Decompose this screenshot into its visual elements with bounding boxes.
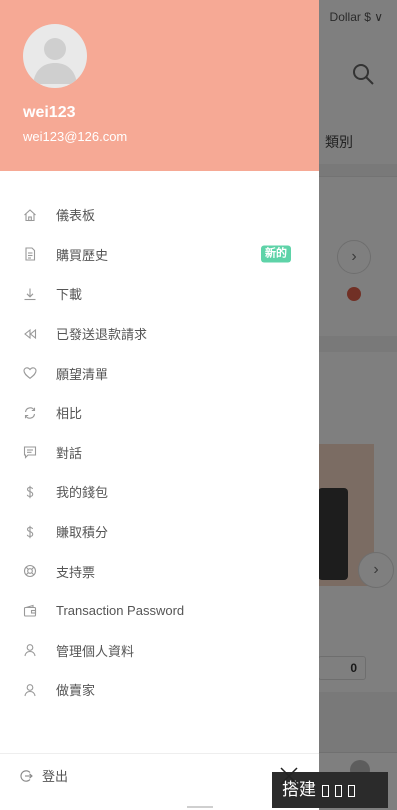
heart-icon <box>23 366 37 380</box>
logout-icon <box>19 769 33 783</box>
dollar-icon <box>23 525 37 539</box>
menu-item-wishlist[interactable]: 願望清單 <box>0 353 319 393</box>
user-email: wei123@126.com <box>23 129 128 144</box>
menu-item-purchase-history[interactable]: 購買歷史 新的 <box>0 235 319 275</box>
user-icon <box>23 643 37 657</box>
glyph-box <box>348 784 355 797</box>
menu-label: Transaction Password <box>56 603 185 619</box>
logout-button[interactable]: 登出 <box>19 766 68 785</box>
logout-label: 登出 <box>42 769 69 784</box>
menu-item-manage-profile[interactable]: 管理個人資料 <box>0 631 319 671</box>
new-badge: 新的 <box>261 245 291 263</box>
menu-label: 賺取積分 <box>56 525 109 541</box>
menu-label: 管理個人資料 <box>56 643 135 659</box>
menu-item-compare[interactable]: 相比 <box>0 393 319 433</box>
close-icon <box>280 767 298 785</box>
menu-label: 做賣家 <box>56 683 96 699</box>
refresh-icon <box>23 406 37 420</box>
menu-item-transaction-password[interactable]: Transaction Password <box>0 591 319 631</box>
menu-label: 已發送退款請求 <box>56 327 148 343</box>
wallet-icon <box>23 604 37 618</box>
menu-item-support-ticket[interactable]: 支持票 <box>0 551 319 591</box>
glyph-box <box>335 784 342 797</box>
menu-label: 願望清單 <box>56 366 109 382</box>
drawer-header: wei123 wei123@126.com <box>0 0 319 171</box>
document-icon <box>23 247 37 261</box>
menu-label: 下載 <box>56 287 83 303</box>
menu-label: 購買歷史 <box>56 247 109 263</box>
menu-item-dashboard[interactable]: 儀表板 <box>0 195 319 235</box>
glyph-box <box>322 784 329 797</box>
user-avatar-icon <box>33 38 77 84</box>
menu-label: 儀表板 <box>56 208 96 224</box>
close-drawer-button[interactable] <box>276 763 302 789</box>
menu-item-earn-points[interactable]: 賺取積分 <box>0 512 319 552</box>
support-icon <box>23 564 37 578</box>
dollar-icon <box>23 485 37 499</box>
home-icon <box>23 208 37 222</box>
menu-item-become-seller[interactable]: 做賣家 <box>0 670 319 710</box>
avatar[interactable] <box>23 24 87 88</box>
menu-label: 我的錢包 <box>56 485 109 501</box>
menu-item-my-wallet[interactable]: 我的錢包 <box>0 472 319 512</box>
menu-label: 支持票 <box>56 564 96 580</box>
chat-icon <box>23 445 37 460</box>
rewind-icon <box>23 327 37 341</box>
menu-item-downloads[interactable]: 下載 <box>0 274 319 314</box>
menu-item-conversations[interactable]: 對話 <box>0 433 319 473</box>
user-name: wei123 <box>23 104 76 121</box>
menu-label: 相比 <box>56 406 83 422</box>
download-icon <box>23 287 37 301</box>
scroll-handle <box>187 806 213 808</box>
drawer-menu: 儀表板 購買歷史 新的 下載 已發送退款請求 願望清單 相比 對話 我的錢包 賺… <box>0 195 319 710</box>
side-drawer: wei123 wei123@126.com 儀表板 購買歷史 新的 下載 已發送… <box>0 0 319 810</box>
menu-item-refund-requests[interactable]: 已發送退款請求 <box>0 314 319 354</box>
user-icon <box>23 683 37 697</box>
menu-label: 對話 <box>56 445 83 461</box>
